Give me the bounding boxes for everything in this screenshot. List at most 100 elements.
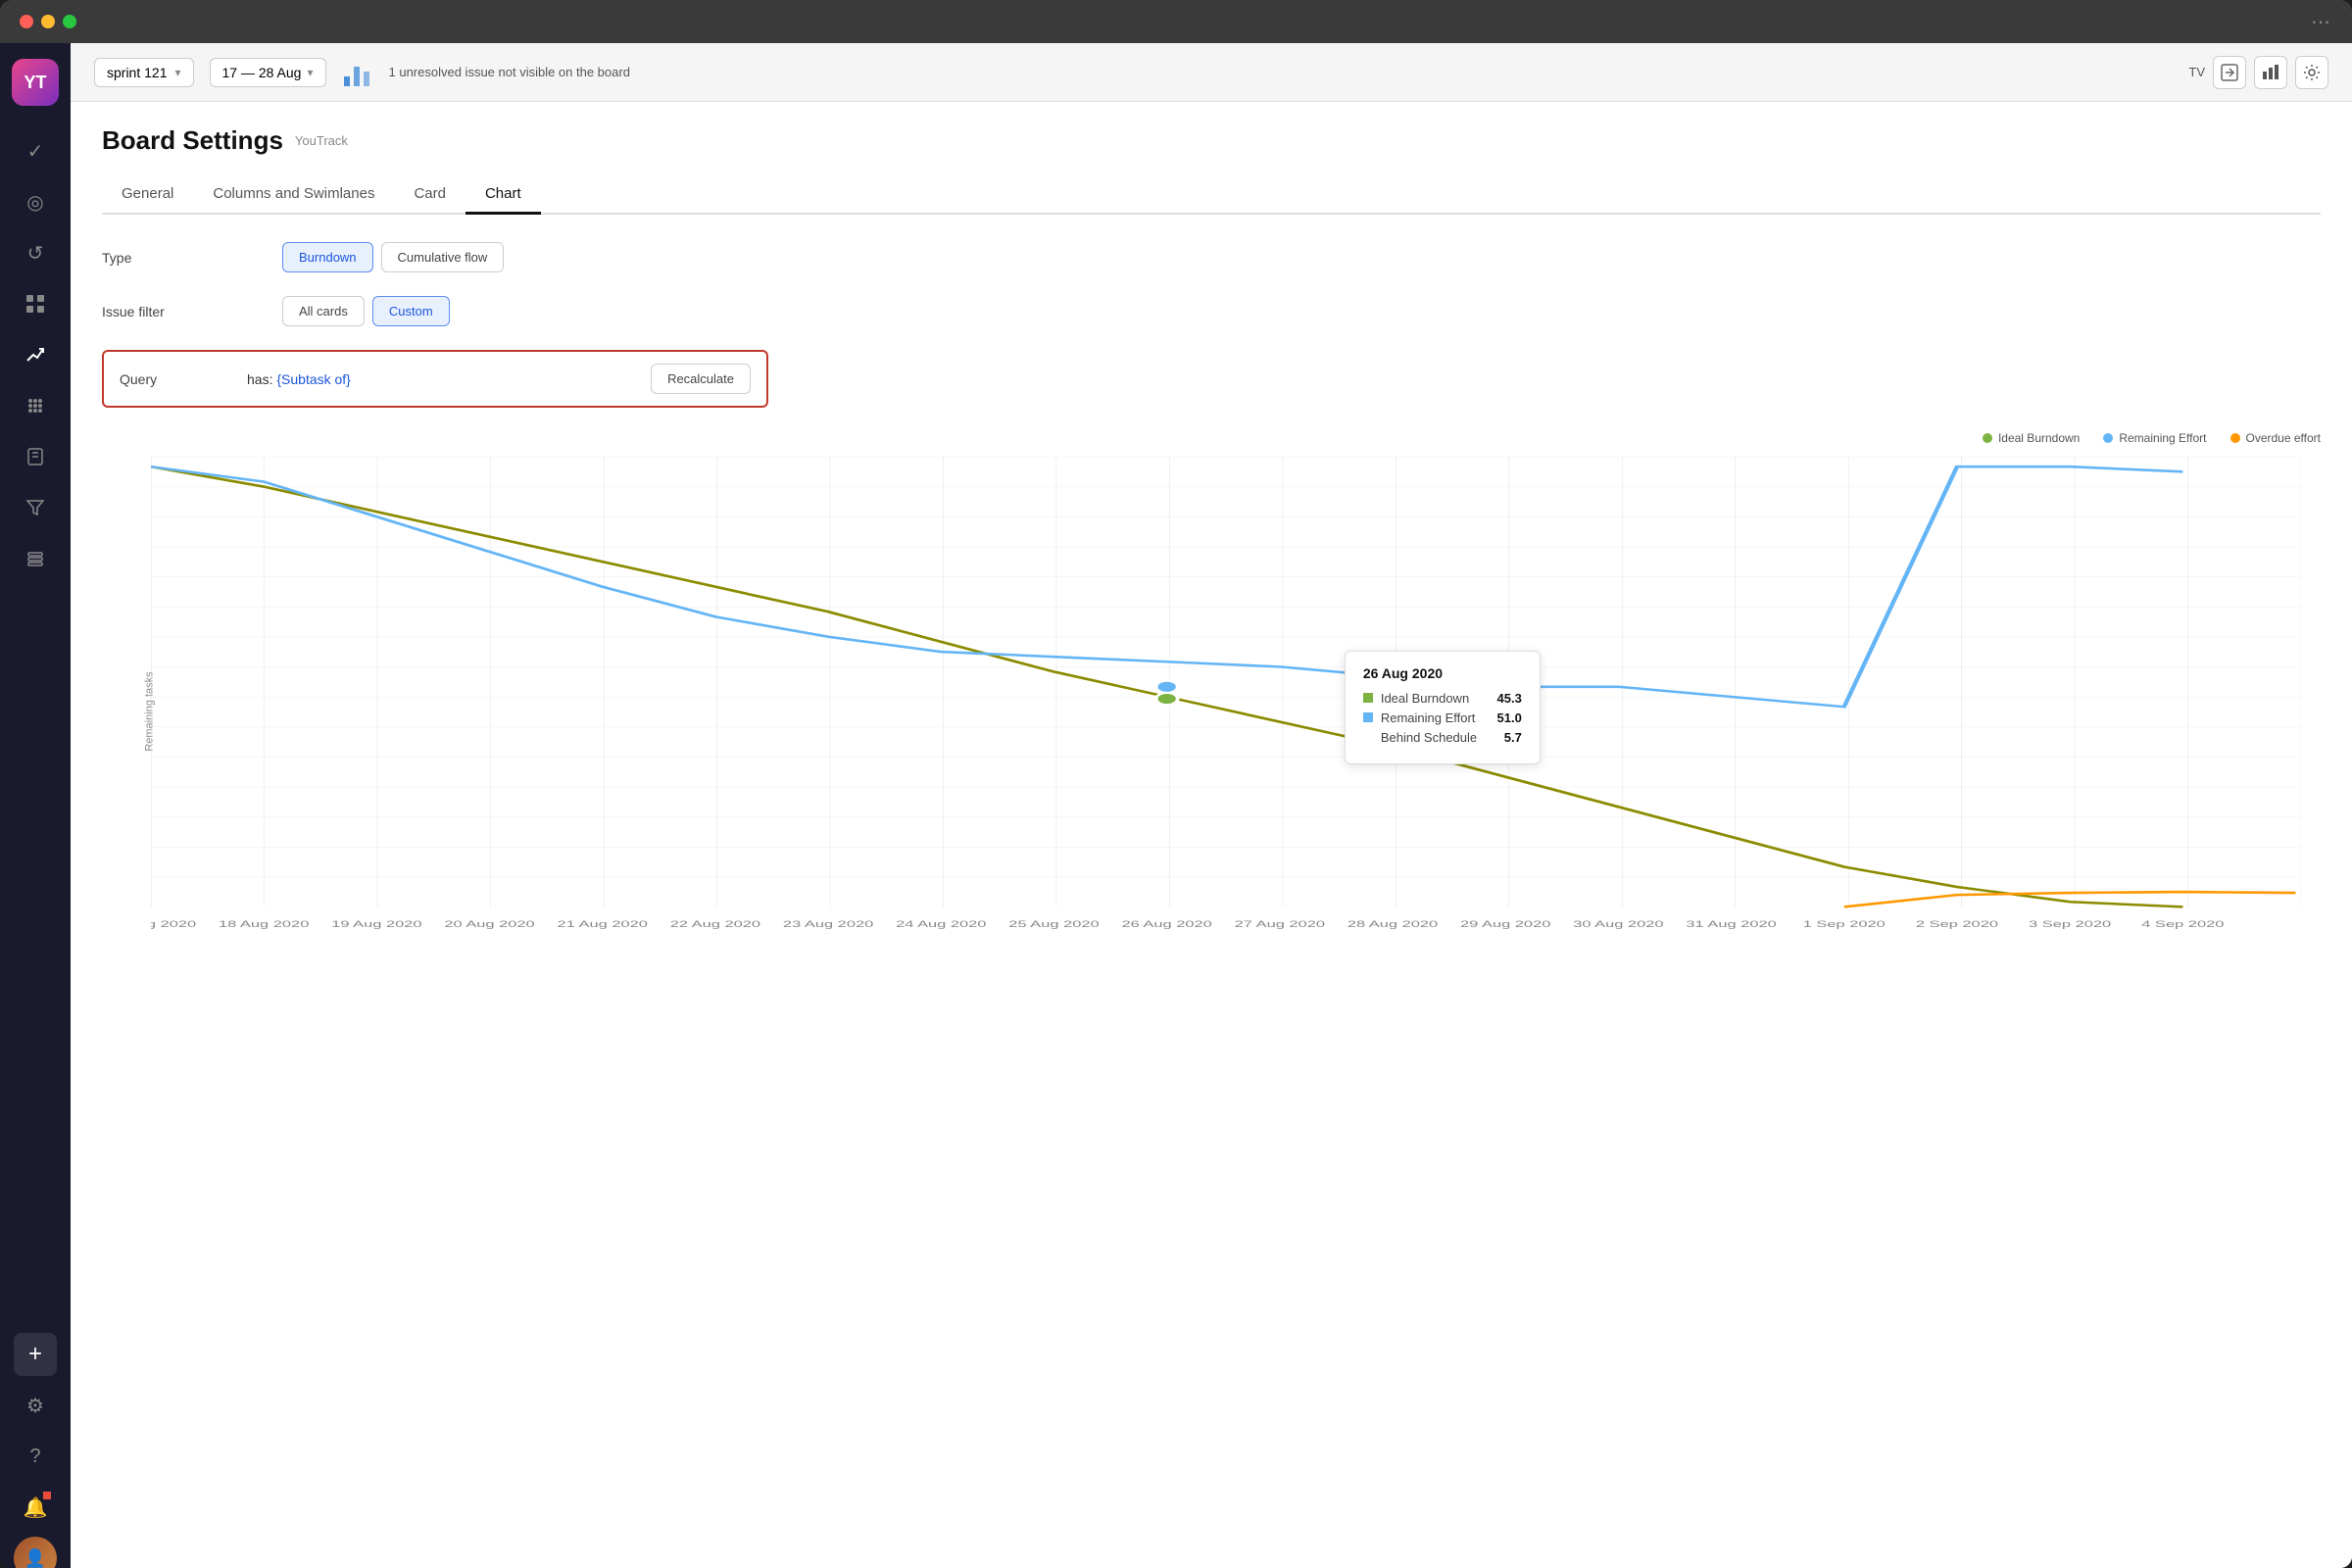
svg-text:27 Aug 2020: 27 Aug 2020 [1235,919,1325,929]
share-button[interactable] [2213,56,2246,89]
sidebar-icon-filter[interactable] [14,486,57,529]
chart-view-button[interactable] [2254,56,2287,89]
filter-label: Issue filter [102,296,259,319]
notifications-icon[interactable]: 🔔 [14,1486,57,1529]
recalculate-button[interactable]: Recalculate [651,364,751,394]
svg-text:26 Aug 2020: 26 Aug 2020 [1121,919,1211,929]
sidebar-icon-apps[interactable] [14,384,57,427]
settings-button[interactable] [2295,56,2328,89]
chart-container: Ideal Burndown Remaining Effort Overdue … [102,431,2321,1000]
tab-general[interactable]: General [102,175,193,215]
all-cards-button[interactable]: All cards [282,296,365,326]
svg-text:30 Aug 2020: 30 Aug 2020 [1573,919,1663,929]
titlebar: ⋯ [0,0,2352,43]
top-bar: sprint 121 ▾ 17 — 28 Aug ▾ 1 unresolved … [71,43,2352,102]
close-button[interactable] [20,15,33,28]
sidebar-icon-history[interactable]: ↺ [14,231,57,274]
tooltip-key-behind: Behind Schedule [1381,730,1496,745]
svg-text:25 Aug 2020: 25 Aug 2020 [1008,919,1099,929]
svg-text:18 Aug 2020: 18 Aug 2020 [219,919,309,929]
filter-row: Issue filter All cards Custom [102,296,2321,326]
sidebar-icon-book[interactable] [14,435,57,478]
cumulative-flow-button[interactable]: Cumulative flow [381,242,505,272]
query-highlight: {Subtask of} [276,371,351,387]
ideal-burndown-label: Ideal Burndown [1998,431,2080,445]
tooltip-key-remaining: Remaining Effort [1381,710,1490,725]
svg-text:4 Sep 2020: 4 Sep 2020 [2141,919,2224,929]
type-controls: Burndown Cumulative flow [282,242,504,272]
filter-controls: All cards Custom [282,296,450,326]
top-bar-right: TV [2188,56,2328,89]
sidebar: YT ✓ ◎ ↺ [0,43,71,1568]
tab-chart[interactable]: Chart [466,175,541,215]
tooltip-row-0: Ideal Burndown 45.3 [1363,691,1522,706]
tooltip-color-ideal [1363,693,1373,703]
custom-button[interactable]: Custom [372,296,450,326]
query-value[interactable]: has: {Subtask of} [247,371,639,387]
query-label: Query [120,371,247,387]
tooltip-row-2: Behind Schedule 5.7 [1363,730,1522,745]
chart-wrap: Remaining tasks 0.0 [102,457,2321,966]
sidebar-icon-check[interactable]: ✓ [14,129,57,172]
ideal-burndown-dot [1983,433,1992,443]
svg-text:31 Aug 2020: 31 Aug 2020 [1686,919,1776,929]
tooltip-key-ideal: Ideal Burndown [1381,691,1490,706]
window-controls[interactable] [20,15,76,28]
tooltip-val-behind: 5.7 [1504,730,1522,745]
settings-icon[interactable]: ⚙ [14,1384,57,1427]
tab-columns[interactable]: Columns and Swimlanes [193,175,394,215]
maximize-button[interactable] [63,15,76,28]
type-label: Type [102,242,259,266]
chart-tooltip: 26 Aug 2020 Ideal Burndown 45.3 Remainin… [1345,651,1541,764]
overdue-effort-label: Overdue effort [2246,431,2322,445]
sidebar-icon-target[interactable]: ◎ [14,180,57,223]
page-header: Board Settings YouTrack [102,125,2321,156]
add-button[interactable]: + [14,1333,57,1376]
svg-text:24 Aug 2020: 24 Aug 2020 [896,919,986,929]
svg-text:1 Sep 2020: 1 Sep 2020 [1803,919,1886,929]
tooltip-val-remaining: 51.0 [1497,710,1522,725]
sidebar-nav: ✓ ◎ ↺ [14,129,57,1333]
tooltip-val-ideal: 45.3 [1497,691,1522,706]
svg-text:17 Aug 2020: 17 Aug 2020 [151,919,196,929]
tooltip-color-remaining [1363,712,1373,722]
notification-text: 1 unresolved issue not visible on the bo… [389,65,2174,79]
chart-svg: 0.0 10.0 20.0 30.0 40.0 50.0 60.0 70.0 8… [151,457,2301,937]
svg-text:28 Aug 2020: 28 Aug 2020 [1348,919,1438,929]
svg-text:22 Aug 2020: 22 Aug 2020 [670,919,760,929]
more-icon[interactable]: ⋯ [2311,10,2332,34]
sidebar-icon-layers[interactable] [14,537,57,580]
tooltip-color-behind [1363,732,1373,742]
tooltip-date: 26 Aug 2020 [1363,665,1522,681]
main-content: sprint 121 ▾ 17 — 28 Aug ▾ 1 unresolved … [71,43,2352,1568]
svg-text:19 Aug 2020: 19 Aug 2020 [331,919,421,929]
sprint-selector[interactable]: sprint 121 ▾ [94,58,194,87]
tabs: General Columns and Swimlanes Card Chart [102,175,2321,215]
legend-overdue-effort: Overdue effort [2230,431,2322,445]
sidebar-icon-board[interactable] [14,282,57,325]
chart-legend: Ideal Burndown Remaining Effort Overdue … [102,431,2321,445]
minimize-button[interactable] [41,15,55,28]
page-title: Board Settings [102,125,283,156]
date-selector[interactable]: 17 — 28 Aug ▾ [210,58,326,87]
tooltip-row-1: Remaining Effort 51.0 [1363,710,1522,725]
avatar[interactable]: 👤 [14,1537,57,1568]
board-chart-icon [342,57,373,88]
sidebar-bottom: + ⚙ ? 🔔 👤 [14,1333,57,1568]
svg-text:3 Sep 2020: 3 Sep 2020 [2029,919,2111,929]
sidebar-icon-chart[interactable] [14,333,57,376]
tv-label: TV [2188,65,2205,79]
tab-card[interactable]: Card [394,175,466,215]
svg-text:2 Sep 2020: 2 Sep 2020 [1916,919,1998,929]
type-row: Type Burndown Cumulative flow [102,242,2321,272]
help-icon[interactable]: ? [14,1435,57,1478]
burndown-button[interactable]: Burndown [282,242,373,272]
overdue-effort-dot [2230,433,2240,443]
legend-remaining-effort: Remaining Effort [2103,431,2206,445]
legend-ideal-burndown: Ideal Burndown [1983,431,2080,445]
app-logo[interactable]: YT [12,59,59,106]
remaining-effort-dot [2103,433,2113,443]
page-content: Board Settings YouTrack General Columns … [71,102,2352,1568]
svg-text:29 Aug 2020: 29 Aug 2020 [1460,919,1550,929]
youtrack-badge: YouTrack [295,133,348,148]
